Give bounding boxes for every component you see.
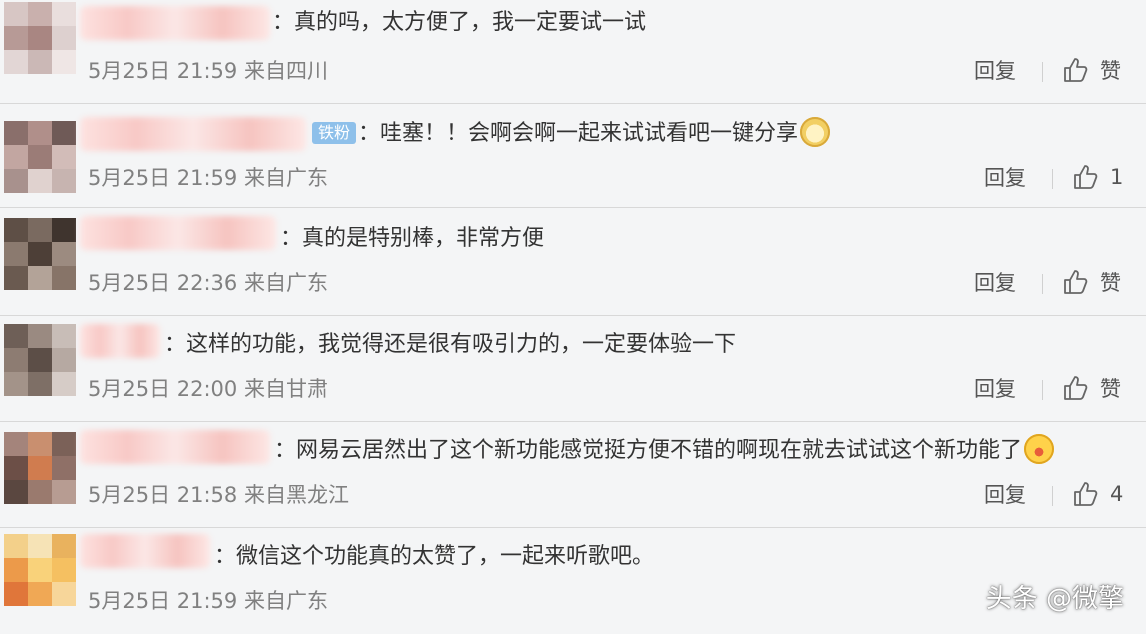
avatar[interactable] [4,534,76,606]
username-blurred[interactable] [80,430,270,464]
reply-button[interactable]: 回复 [984,163,1026,193]
comment-item: ：真的吗，太方便了，我一定要试一试 5月25日 21:59 来自四川 回复 赞 [0,0,1146,106]
thumbs-up-icon [1074,482,1098,506]
like-button[interactable]: 1 [1072,161,1123,193]
row-divider [0,207,1146,208]
divider [1052,169,1053,189]
reply-button[interactable]: 回复 [974,56,1016,86]
username-blurred[interactable] [80,117,306,151]
comment-item: ：真的是特别棒，非常方便 5月25日 22:36 来自广东 回复 赞 [0,210,1146,316]
reply-button[interactable]: 回复 [984,480,1026,510]
comment-item: 铁粉 ：哇塞！！会啊会啊一起来试试看吧一键分享 5月25日 21:59 来自广东… [0,105,1146,211]
comment-meta: 5月25日 21:59 来自广东 [88,589,328,613]
comment-text: ：这样的功能，我觉得还是很有吸引力的，一定要体验一下 [164,332,737,357]
dog-emoji-icon [800,117,831,147]
reply-button[interactable]: 回复 [974,268,1016,298]
like-label: 赞 [1100,271,1121,295]
row-divider [0,103,1146,104]
like-button[interactable]: 4 [1072,478,1123,510]
like-button[interactable]: 赞 [1062,372,1121,404]
avatar[interactable] [4,324,76,396]
like-button[interactable]: 赞 [1062,54,1121,86]
comment-meta: 5月25日 22:36 来自广东 [88,271,328,295]
comment-text: ：网易云居然出了这个新功能感觉挺方便不错的啊现在就去试试这个新功能了 [274,434,1055,466]
comment-meta: 5月25日 21:59 来自四川 [88,59,328,83]
comment-meta: 5月25日 21:58 来自黑龙江 [88,483,349,507]
thumbs-up-icon [1064,58,1088,82]
comment-list: ：真的吗，太方便了，我一定要试一试 5月25日 21:59 来自四川 回复 赞 … [0,0,1146,628]
username-blurred[interactable] [80,216,276,250]
comment-item: ：微信这个功能真的太赞了，一起来听歌吧。 5月25日 21:59 来自广东 [0,528,1146,634]
thumbs-up-icon [1074,165,1098,189]
divider [1042,274,1043,294]
divider [1052,486,1053,506]
avatar[interactable] [4,2,76,74]
comment-text: ：哇塞！！会啊会啊一起来试试看吧一键分享 [358,117,831,149]
like-label: 赞 [1100,59,1121,83]
comment-text: ：真的是特别棒，非常方便 [280,226,545,251]
avatar[interactable] [4,218,76,290]
comment-item: ：网易云居然出了这个新功能感觉挺方便不错的啊现在就去试试这个新功能了 5月25日… [0,422,1146,528]
like-label: 赞 [1100,377,1121,401]
comment-text: ：真的吗，太方便了，我一定要试一试 [272,10,647,35]
watermark: 头条 @微擎 [985,584,1124,614]
comment-meta: 5月25日 22:00 来自甘肃 [88,377,328,401]
username-blurred[interactable] [80,534,210,568]
divider [1042,62,1043,82]
like-count: 4 [1110,482,1124,506]
crying-emoji-icon [1024,434,1055,464]
like-count: 1 [1110,165,1124,189]
avatar[interactable] [4,121,76,193]
comment-text: ：微信这个功能真的太赞了，一起来听歌吧。 [214,544,655,569]
avatar[interactable] [4,432,76,504]
username-blurred[interactable] [80,6,270,40]
fan-badge: 铁粉 [312,122,357,144]
thumbs-up-icon [1064,376,1088,400]
reply-button[interactable]: 回复 [974,374,1016,404]
comment-meta: 5月25日 21:59 来自广东 [88,166,328,190]
thumbs-up-icon [1064,270,1088,294]
divider [1042,380,1043,400]
username-blurred[interactable] [80,324,160,358]
comment-item: ：这样的功能，我觉得还是很有吸引力的，一定要体验一下 5月25日 22:00 来… [0,316,1146,422]
like-button[interactable]: 赞 [1062,266,1121,298]
